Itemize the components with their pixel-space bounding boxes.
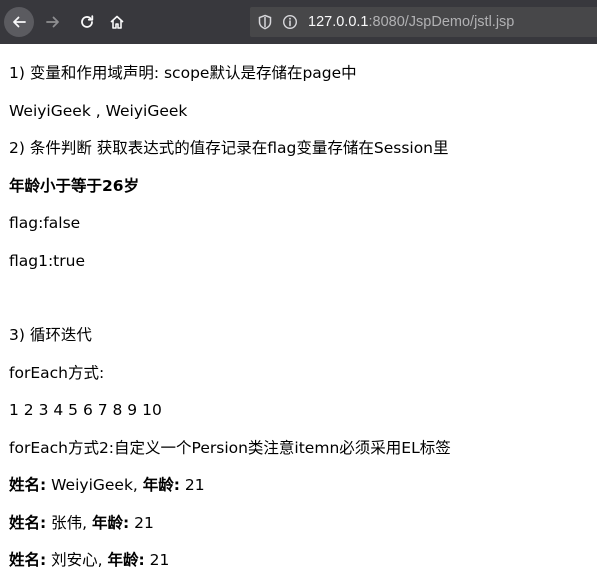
flag-output: flag:false	[9, 214, 81, 232]
url-text: 127.0.0.1:8080/JspDemo/jstl.jsp	[308, 14, 514, 30]
person-name: WeiyiGeek,	[46, 476, 143, 494]
arrow-left-icon	[13, 16, 26, 28]
back-button[interactable]	[4, 7, 34, 37]
person-row: 姓名: 张伟, 年龄: 21	[9, 514, 597, 533]
browser-toolbar: 127.0.0.1:8080/JspDemo/jstl.jsp	[0, 0, 597, 44]
foreach-numbers: 1 2 3 4 5 6 7 8 9 10	[9, 401, 162, 419]
reload-button[interactable]	[72, 7, 102, 37]
age-condition-result: 年龄小于等于26岁	[9, 176, 140, 195]
section1-heading: 1) 变量和作用域声明: scope默认是存储在page中	[9, 64, 357, 82]
page-content: 1) 变量和作用域声明: scope默认是存储在page中 WeiyiGeek …	[0, 44, 597, 570]
url-host: 127.0.0.1	[308, 14, 369, 30]
home-button[interactable]	[102, 7, 132, 37]
foreach2-heading: forEach方式2:自定义一个Persion类注意itemn必须采用EL标签	[9, 438, 451, 457]
person-row: 姓名: 刘安心, 年龄: 21	[9, 551, 597, 570]
person-age: 21	[180, 476, 205, 494]
arrow-right-icon	[46, 16, 59, 28]
name-label: 姓名:	[9, 551, 47, 569]
person-name: 张伟,	[46, 513, 92, 532]
url-path: :8080/JspDemo/jstl.jsp	[368, 14, 515, 30]
age-label: 年龄:	[142, 476, 180, 494]
forward-button[interactable]	[38, 7, 68, 37]
name-label: 姓名:	[9, 476, 47, 494]
person-row: 姓名: WeiyiGeek, 年龄: 21	[9, 476, 597, 495]
section2-heading: 2) 条件判断 获取表达式的值存记录在flag变量存储在Session里	[9, 139, 449, 157]
variable-output: WeiyiGeek , WeiyiGeek	[9, 101, 188, 120]
home-icon	[110, 15, 124, 29]
person-age: 21	[144, 551, 170, 569]
tracking-protection-shield-icon[interactable]	[258, 14, 272, 30]
section3-heading: 3) 循环迭代	[9, 326, 92, 344]
age-label: 年龄:	[107, 551, 145, 569]
person-age: 21	[129, 513, 154, 532]
age-label: 年龄:	[91, 513, 130, 532]
url-bar[interactable]: 127.0.0.1:8080/JspDemo/jstl.jsp	[250, 7, 597, 37]
person-name: 刘安心,	[46, 551, 108, 569]
reload-icon	[81, 15, 94, 28]
foreach-heading: forEach方式:	[9, 363, 105, 382]
name-label: 姓名:	[9, 513, 47, 532]
site-info-icon[interactable]	[282, 14, 298, 30]
flag1-output: flag1:true	[9, 251, 85, 270]
